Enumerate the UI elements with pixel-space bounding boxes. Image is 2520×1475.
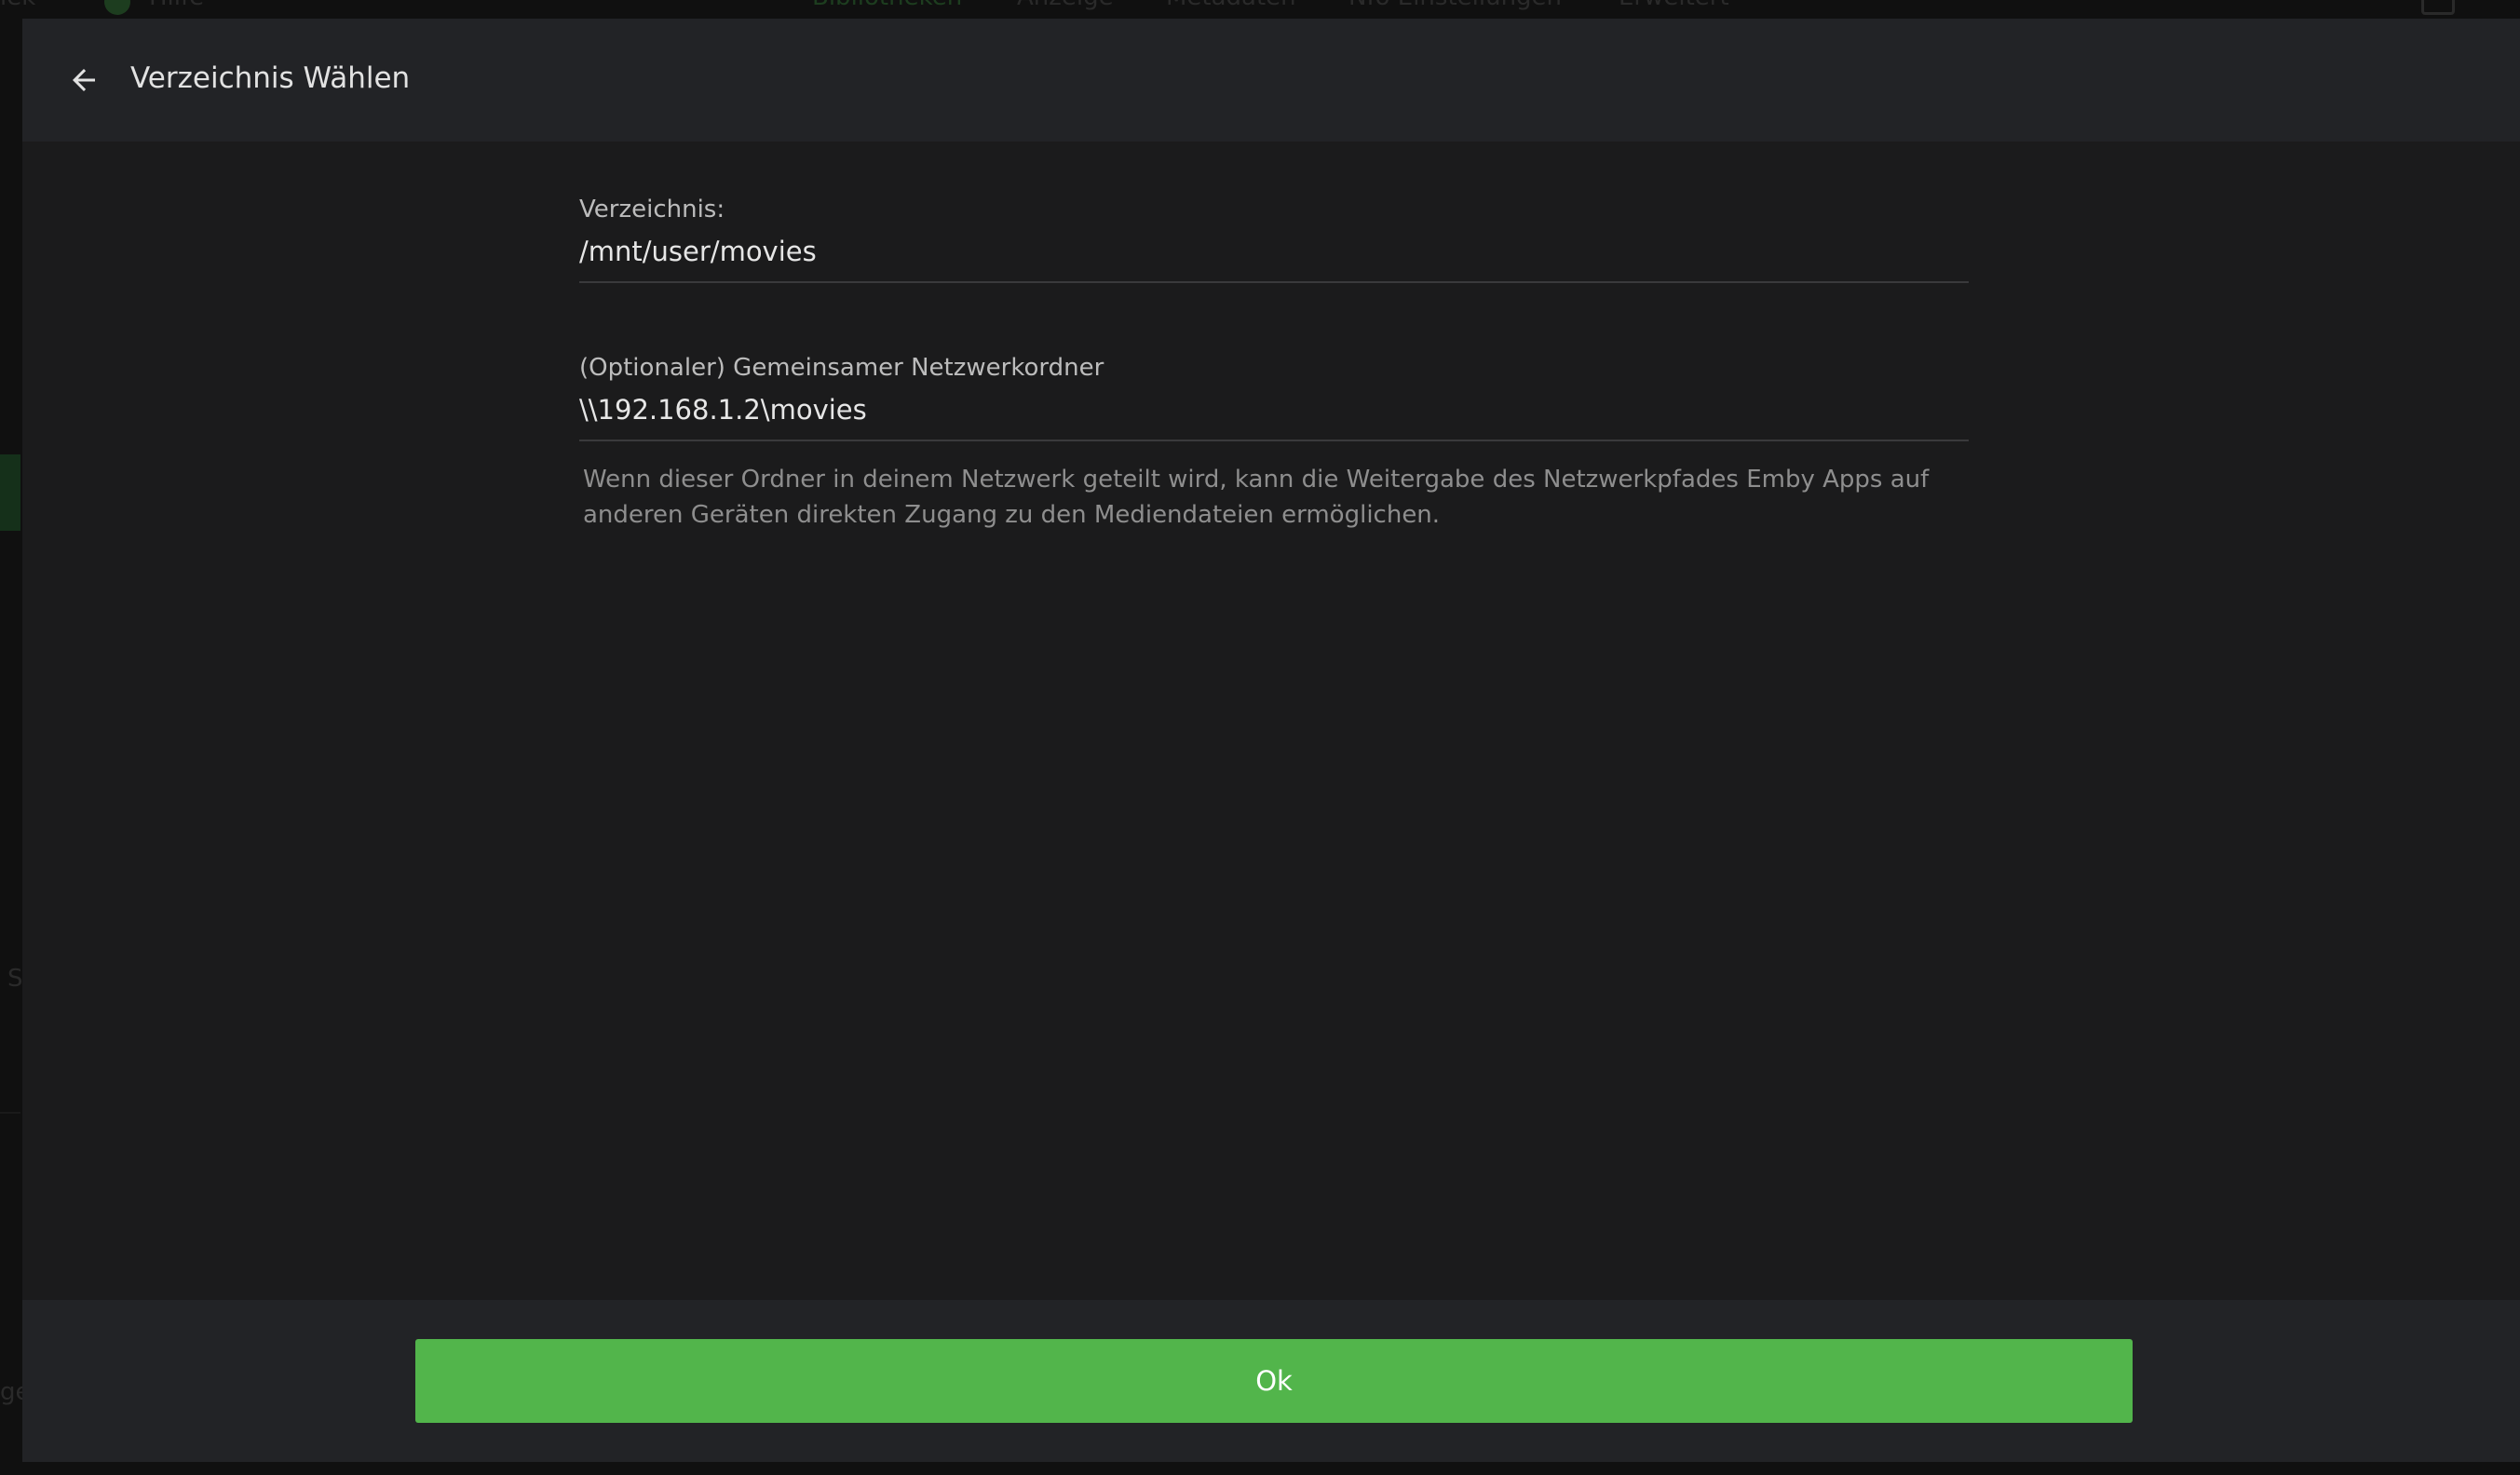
background-tab-anzeige: Anzeige — [1017, 0, 1114, 11]
directory-field: Verzeichnis: — [579, 194, 1969, 283]
network-share-help-text: Wenn dieser Ordner in deinem Netzwerk ge… — [583, 466, 1930, 529]
cast-icon — [2421, 0, 2455, 15]
background-tab-metadaten: Metadaten — [1166, 0, 1296, 11]
back-button[interactable] — [56, 52, 112, 108]
background-tab-nfo-einstellungen: Nfo Einstellungen — [1348, 0, 1562, 11]
background-tab-bibliotheken: Bibliotheken — [812, 0, 962, 11]
background-nav-fragment: iek — [0, 0, 35, 11]
dialog-title: Verzeichnis Wählen — [130, 61, 411, 95]
directory-input[interactable] — [579, 233, 1969, 283]
background-divider — [0, 1112, 20, 1114]
background-top-nav: iek Hilfe Bibliotheken Anzeige Metadaten… — [0, 0, 2520, 19]
dialog-header: Verzeichnis Wählen — [22, 19, 2520, 142]
network-share-field: (Optionaler) Gemeinsamer Netzwerkordner … — [579, 352, 1969, 533]
ok-button[interactable]: Ok — [415, 1339, 2133, 1423]
dialog-footer: Ok — [22, 1300, 2520, 1462]
arrow-left-icon — [73, 69, 95, 91]
network-share-input[interactable] — [579, 391, 1969, 441]
network-share-label: (Optionaler) Gemeinsamer Netzwerkordner — [579, 354, 1104, 382]
help-icon — [104, 0, 130, 15]
directory-label: Verzeichnis: — [579, 196, 725, 223]
choose-directory-dialog: Verzeichnis Wählen Verzeichnis: (Optiona… — [22, 19, 2520, 1462]
background-text-fragment: S — [7, 965, 23, 993]
background-selected-item — [0, 454, 20, 531]
background-tab-erweitert: Erweitert — [1619, 0, 1729, 11]
background-help-link: Hilfe — [149, 0, 204, 11]
